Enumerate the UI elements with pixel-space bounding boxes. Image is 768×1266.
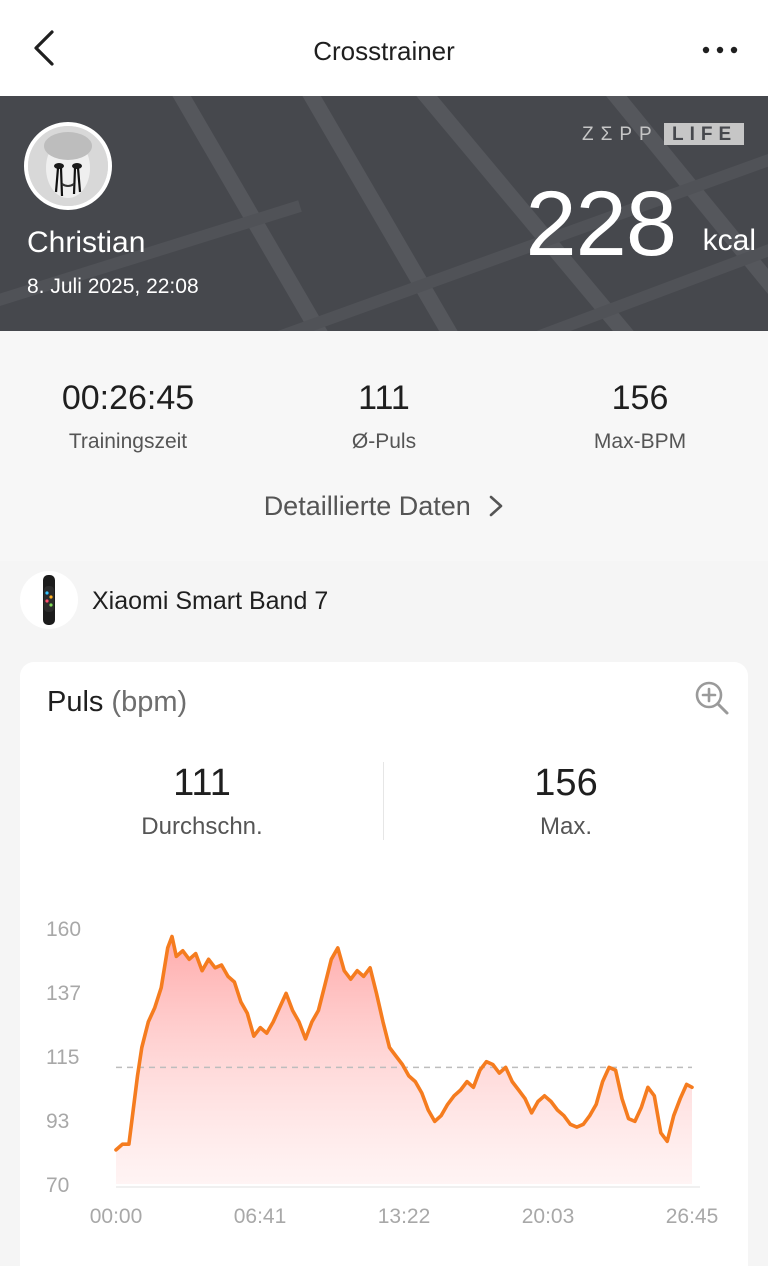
heart-rate-area <box>116 936 692 1184</box>
card-title-label: Puls <box>47 686 104 718</box>
y-axis-ticks: 160 137 115 93 70 <box>46 918 81 1197</box>
hr-max: 156 Max. <box>384 762 748 841</box>
device-row[interactable]: Xiaomi Smart Band 7 <box>0 561 768 641</box>
app-bar: Crosstrainer <box>0 0 768 96</box>
stat-value: 156 <box>611 379 669 417</box>
x-axis-ticks: 00:00 06:41 13:22 20:03 26:45 <box>90 1205 719 1228</box>
workout-date: 8. Juli 2025, 22:08 <box>27 275 199 298</box>
stat-value: 00:26:45 <box>61 379 195 417</box>
device-name: Xiaomi Smart Band 7 <box>92 587 329 615</box>
zoom-in-icon[interactable] <box>694 680 730 716</box>
stat-training-time: 00:26:45 Trainingszeit <box>0 379 256 454</box>
summary-section: 00:26:45 Trainingszeit 111 Ø-Puls 156 Ma… <box>0 331 768 561</box>
y-tick-label: 115 <box>46 1046 79 1069</box>
x-tick-label: 06:41 <box>234 1205 287 1228</box>
hr-average-label: Durchschn. <box>141 813 263 840</box>
calories-value: 228 <box>525 173 677 275</box>
user-name: Christian <box>27 226 146 259</box>
heart-rate-chart: 160 137 115 93 70 00:00 06:41 13:22 20:03 26:45 <box>46 918 719 1228</box>
page-title: Crosstrainer <box>313 36 455 66</box>
stat-average-pulse: 111 Ø-Puls <box>256 379 512 454</box>
calories-unit: kcal <box>702 224 756 257</box>
stat-value: 111 <box>358 379 410 417</box>
x-tick-label: 20:03 <box>522 1205 575 1228</box>
workout-hero: Christian 8. Juli 2025, 22:08 ZΣPP LIFE … <box>0 96 768 331</box>
chevron-right-icon <box>490 495 503 517</box>
y-tick-label: 70 <box>46 1174 69 1197</box>
x-tick-label: 26:45 <box>666 1205 719 1228</box>
avatar[interactable] <box>24 122 112 210</box>
detailed-data-label: Detaillierte Daten <box>263 491 471 521</box>
hr-max-label: Max. <box>539 813 592 840</box>
x-tick-label: 00:00 <box>90 1205 143 1228</box>
hr-max-value: 156 <box>534 762 598 804</box>
svg-text:LIFE: LIFE <box>672 124 737 145</box>
card-title-unit: (bpm) <box>111 686 188 718</box>
y-tick-label: 137 <box>46 982 81 1005</box>
stat-label: Trainingszeit <box>68 430 188 453</box>
y-tick-label: 160 <box>46 918 81 941</box>
stat-label: Max-BPM <box>593 430 687 453</box>
smart-band-icon <box>20 571 78 629</box>
stat-label: Ø-Puls <box>351 430 417 453</box>
svg-text:ZΣPP: ZΣPP <box>582 124 659 145</box>
more-options-icon[interactable] <box>700 32 740 68</box>
detailed-data-link[interactable]: Detaillierte Daten <box>0 491 768 522</box>
zepp-life-logo: ZΣPP LIFE <box>582 122 744 146</box>
x-tick-label: 13:22 <box>378 1205 431 1228</box>
card-title: Puls (bpm) <box>47 686 187 719</box>
y-tick-label: 93 <box>46 1110 69 1133</box>
hr-average: 111 Durchschn. <box>20 762 384 841</box>
hr-average-value: 111 <box>173 762 231 804</box>
stat-max-bpm: 156 Max-BPM <box>512 379 768 454</box>
